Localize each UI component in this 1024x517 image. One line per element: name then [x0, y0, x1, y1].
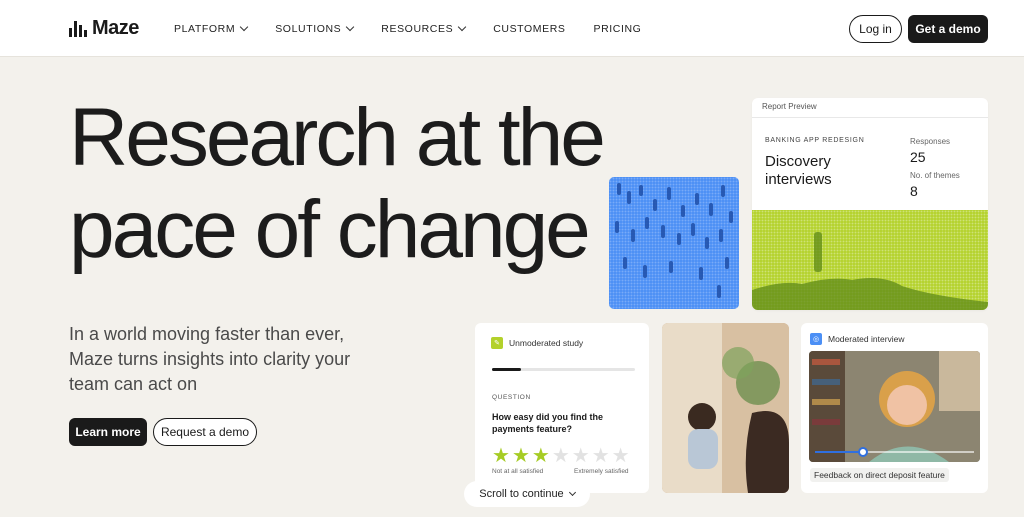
- maze-logo[interactable]: Maze: [69, 17, 139, 40]
- question-label: QUESTION: [492, 394, 531, 401]
- star-icon[interactable]: ★: [552, 446, 570, 466]
- interview-video[interactable]: [809, 351, 980, 462]
- interview-tag-label: Moderated interview: [828, 334, 905, 344]
- interview-icon: ◎: [810, 333, 822, 345]
- star-rating[interactable]: ★ ★ ★ ★ ★ ★ ★: [492, 446, 630, 466]
- responses-value: 25: [910, 149, 926, 165]
- crowd-silhouettes: [615, 183, 733, 298]
- menu-item-platform[interactable]: PLATFORM: [174, 22, 249, 35]
- study-progress-fill: [492, 368, 521, 371]
- chevron-down-icon: [346, 22, 355, 31]
- menu-item-customers[interactable]: CUSTOMERS: [493, 23, 565, 35]
- star-icon[interactable]: ★: [592, 446, 610, 466]
- interview-caption: Feedback on direct deposit feature: [810, 468, 949, 482]
- unmoderated-study-card[interactable]: ✎ Unmoderated study QUESTION How easy di…: [475, 323, 649, 493]
- scale-high-label: Extremely satisfied: [574, 468, 629, 475]
- menu-label: CUSTOMERS: [493, 22, 566, 35]
- top-navigation: Maze PLATFORM SOLUTIONS RESOURCES CUSTOM…: [0, 0, 1024, 57]
- star-icon[interactable]: ★: [612, 446, 630, 466]
- menu-label: RESOURCES: [381, 22, 454, 35]
- video-scrubber-fill: [815, 451, 863, 453]
- hero-subtitle: In a world moving faster than ever, Maze…: [69, 324, 351, 394]
- chevron-down-icon: [457, 22, 467, 31]
- scale-low-label: Not at all satisfied: [492, 468, 544, 475]
- video-scrubber[interactable]: [815, 447, 974, 457]
- request-demo-button[interactable]: Request a demo: [153, 418, 257, 446]
- study-progress-bar: [492, 368, 635, 371]
- chevron-down-icon: [568, 488, 576, 497]
- landscape-silhouette: [752, 232, 988, 310]
- menu-item-pricing[interactable]: PRICING: [594, 23, 642, 35]
- report-header: Report Preview: [752, 98, 988, 118]
- star-icon[interactable]: ★: [532, 446, 550, 466]
- main-menu: PLATFORM SOLUTIONS RESOURCES CUSTOMERS P…: [174, 0, 669, 57]
- participant-photo-illustration: [662, 323, 789, 493]
- star-icon[interactable]: ★: [572, 446, 590, 466]
- report-preview-card[interactable]: Report Preview BANKING APP REDESIGN Disc…: [752, 98, 988, 310]
- report-project-label: BANKING APP REDESIGN: [765, 137, 865, 144]
- study-tag: ✎ Unmoderated study: [491, 337, 583, 349]
- report-landscape-image: [752, 210, 988, 310]
- get-demo-button[interactable]: Get a demo: [908, 15, 988, 43]
- menu-label: SOLUTIONS: [275, 22, 342, 35]
- study-tag-label: Unmoderated study: [509, 338, 584, 348]
- hero-title: Research at the pace of change: [69, 92, 629, 276]
- participant-photo: [662, 323, 789, 493]
- maze-logo-icon: [69, 20, 87, 37]
- themes-value: 8: [910, 183, 918, 199]
- themes-label: No. of themes: [910, 171, 960, 180]
- study-icon: ✎: [491, 337, 503, 349]
- scroll-to-continue-button[interactable]: Scroll to continue: [464, 481, 590, 507]
- crowd-image: [609, 177, 739, 309]
- menu-item-solutions[interactable]: SOLUTIONS: [275, 22, 355, 35]
- learn-more-button[interactable]: Learn more: [69, 418, 147, 446]
- video-scrubber-handle[interactable]: [857, 447, 868, 457]
- interview-tag: ◎ Moderated interview: [810, 333, 905, 345]
- scroll-label: Scroll to continue: [479, 488, 564, 500]
- menu-item-resources[interactable]: RESOURCES: [381, 22, 467, 35]
- responses-label: Responses: [910, 137, 951, 146]
- interview-video-frame: [809, 351, 980, 462]
- brand-name: Maze: [92, 17, 139, 39]
- star-icon[interactable]: ★: [492, 446, 510, 466]
- hero-title-line-1: Research at the: [69, 92, 606, 183]
- login-button[interactable]: Log in: [849, 15, 902, 43]
- hero-title-line-2: pace of change: [69, 184, 591, 275]
- chevron-down-icon: [239, 22, 249, 31]
- star-icon[interactable]: ★: [512, 446, 530, 466]
- moderated-interview-card[interactable]: ◎ Moderated interview Feedback on direct…: [801, 323, 988, 493]
- menu-label: PRICING: [593, 22, 642, 35]
- report-title: Discovery interviews: [765, 153, 832, 188]
- question-text: How easy did you find the payments featu…: [492, 412, 604, 434]
- menu-label: PLATFORM: [174, 22, 236, 35]
